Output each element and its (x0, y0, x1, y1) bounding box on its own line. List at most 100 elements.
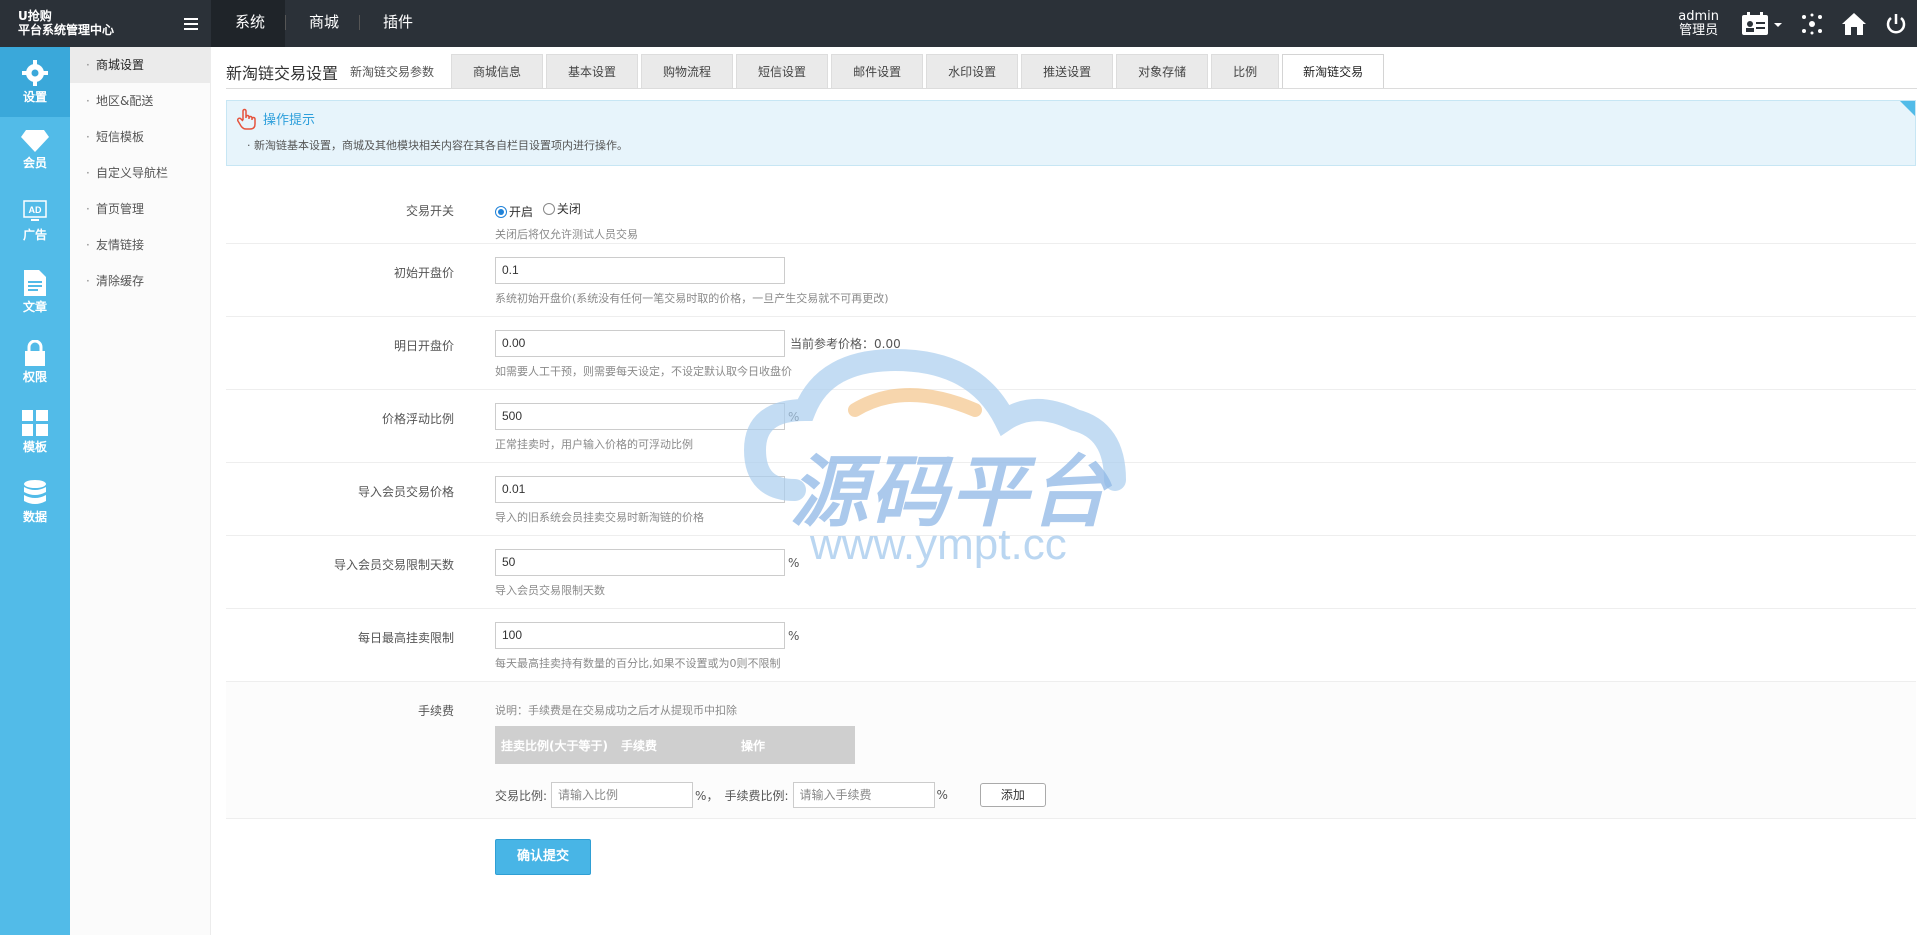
iconbar-permissions[interactable]: 权限 (0, 327, 70, 397)
row-import-days: 导入会员交易限制天数 50 % 导入会员交易限制天数 (226, 536, 1916, 609)
home-icon[interactable] (1833, 0, 1875, 47)
ratio-input[interactable]: 请输入比例 (551, 782, 694, 808)
fee-note: 说明：手续费是在交易成功之后才从提现币中扣除 (495, 704, 737, 717)
database-icon (24, 480, 46, 504)
tip-collapse-toggle[interactable] (1900, 101, 1915, 116)
brand: U抢购 平台系统管理中心 (0, 0, 211, 47)
fee-input[interactable]: 请输入手续费 (792, 782, 935, 808)
import-price-input[interactable]: 0.01 (495, 476, 785, 503)
hint-tomorrow-price: 如需要人工干预，则需要每天设定，不设定默认取今日收盘价 (495, 365, 792, 378)
add-fee-button[interactable]: 添加 (979, 783, 1046, 807)
tab-email[interactable]: 邮件设置 (831, 54, 924, 89)
contact-card-icon[interactable] (1733, 0, 1791, 47)
top-bar: U抢购 平台系统管理中心 系统 商城 插件 admin 管理员 (0, 0, 1917, 47)
tab-ratio[interactable]: 比例 (1211, 54, 1280, 89)
iconbar-articles[interactable]: 文章 (0, 257, 70, 327)
tomorrow-price-input[interactable]: 0.00 (495, 330, 785, 357)
iconbar-settings[interactable]: 设置 (0, 47, 70, 117)
label-trade-switch: 交易开关 (405, 204, 454, 218)
tab-push[interactable]: 推送设置 (1021, 54, 1114, 89)
tab-divider (226, 88, 1917, 89)
submit-button[interactable]: 确认提交 (495, 839, 591, 875)
submenu-homepage[interactable]: 首页管理 (70, 191, 210, 227)
user-name: admin (1678, 8, 1719, 24)
iconbar-templates[interactable]: 模板 (0, 397, 70, 467)
import-days-input[interactable]: 50 (495, 549, 785, 576)
submenu-mall-settings[interactable]: 商城设置 (70, 47, 210, 83)
trade-switch-radios: 开启 关闭 (495, 200, 587, 220)
tab-sms[interactable]: 短信设置 (736, 54, 829, 89)
topnav-plugins[interactable]: 插件 (359, 0, 433, 47)
top-nav: 系统 商城 插件 (211, 0, 433, 47)
radio-on-label: 开启 (509, 205, 534, 219)
hint-initial-price: 系统初始开盘价(系统没有任何一笔交易时取的价格，一旦产生交易就不可再更改) (495, 292, 889, 305)
label-import-price: 导入会员交易价格 (357, 485, 454, 499)
iconbar-label: 模板 (22, 440, 47, 454)
row-float-ratio: 价格浮动比例 500 % 正常挂卖时，用户输入价格的可浮动比例 (226, 390, 1916, 463)
tab-shopping-flow[interactable]: 购物流程 (641, 54, 734, 89)
user-info[interactable]: admin 管理员 (1678, 8, 1719, 38)
ratio-unit: %， (695, 788, 719, 803)
tab-watermark[interactable]: 水印设置 (926, 54, 1019, 89)
label-initial-price: 初始开盘价 (393, 266, 454, 280)
tip-text: · 新淘链基本设置，商城及其他模块相关内容在其各自栏目设置项内进行操作。 (247, 139, 628, 152)
radio-on[interactable]: 开启 (495, 203, 533, 220)
row-fee: 手续费 说明：手续费是在交易成功之后才从提现币中扣除 挂卖比例(大于等于) 手续… (226, 682, 1916, 819)
tab-object-storage[interactable]: 对象存储 (1116, 54, 1209, 89)
row-daily-limit: 每日最高挂卖限制 100 % 每天最高挂卖持有数量的百分比,如果不设置或为0则不… (226, 609, 1916, 682)
user-role: 管理员 (1679, 22, 1719, 38)
col-action: 操作 (741, 738, 766, 753)
svg-text:AD: AD (29, 205, 42, 215)
tab-taolian-trade[interactable]: 新淘链交易 (1282, 54, 1385, 89)
iconbar-ads[interactable]: AD 广告 (0, 187, 70, 257)
tab-mall-info[interactable]: 商城信息 (451, 54, 544, 89)
iconbar-label: 广告 (22, 228, 47, 242)
submenu-clear-cache[interactable]: 清除缓存 (70, 263, 210, 299)
iconbar-label: 会员 (22, 156, 47, 170)
label-daily-limit: 每日最高挂卖限制 (357, 631, 454, 645)
sub-menu: 商城设置 地区&配送 短信模板 自定义导航栏 首页管理 友情链接 清除缓存 (70, 47, 211, 935)
main-content: 新淘链交易设置 新淘链交易参数 商城信息 基本设置 购物流程 短信设置 邮件设置… (211, 47, 1917, 935)
percent-unit: % (788, 409, 800, 424)
document-icon (24, 270, 46, 296)
ratio-label: 交易比例: (495, 788, 548, 803)
iconbar-label: 设置 (22, 90, 47, 104)
radio-dot (542, 202, 555, 215)
lock-icon (25, 340, 45, 366)
diamond-icon (21, 130, 49, 152)
topnav-mall[interactable]: 商城 (285, 0, 359, 47)
import-price-control: 0.01 (495, 476, 785, 503)
label-tomorrow-price: 明日开盘价 (393, 339, 454, 353)
submenu-custom-nav[interactable]: 自定义导航栏 (70, 155, 210, 191)
top-right-tools: admin 管理员 (1678, 0, 1917, 47)
radio-off-label: 关闭 (556, 202, 581, 216)
page-subtitle: 新淘链交易参数 (350, 65, 435, 79)
tomorrow-price-control: 0.00 当前参考价格：0.00 (495, 330, 901, 357)
initial-price-input[interactable]: 0.1 (495, 257, 785, 284)
cluster-icon[interactable] (1791, 0, 1833, 47)
row-tomorrow-price: 明日开盘价 0.00 当前参考价格：0.00 如需要人工干预，则需要每天设定，不… (226, 317, 1916, 390)
power-icon[interactable] (1875, 0, 1917, 47)
radio-off[interactable]: 关闭 (542, 200, 581, 217)
submenu-region-shipping[interactable]: 地区&配送 (70, 83, 210, 119)
tab-basic[interactable]: 基本设置 (546, 54, 639, 89)
fee-ratio-label: 手续费比例: (724, 788, 789, 803)
submenu-sms-templates[interactable]: 短信模板 (70, 119, 210, 155)
col-ratio: 挂卖比例(大于等于) (501, 738, 608, 753)
hint-daily-limit: 每天最高挂卖持有数量的百分比,如果不设置或为0则不限制 (495, 657, 781, 670)
iconbar-members[interactable]: 会员 (0, 117, 70, 187)
brand-name: U抢购 (18, 9, 52, 23)
row-import-price: 导入会员交易价格 0.01 导入的旧系统会员挂卖交易时新淘链的价格 (226, 463, 1916, 536)
topnav-system[interactable]: 系统 (211, 0, 286, 47)
row-initial-price: 初始开盘价 0.1 系统初始开盘价(系统没有任何一笔交易时取的价格，一旦产生交易… (226, 244, 1916, 317)
iconbar-data[interactable]: 数据 (0, 467, 70, 537)
float-ratio-input[interactable]: 500 (495, 403, 785, 430)
settings-tabs: 商城信息 基本设置 购物流程 短信设置 邮件设置 水印设置 推送设置 对象存储 … (451, 54, 1387, 89)
ad-icon: AD (23, 200, 47, 221)
submenu-friend-links[interactable]: 友情链接 (70, 227, 210, 263)
import-days-control: 50 % (495, 549, 799, 576)
daily-limit-input[interactable]: 100 (495, 622, 785, 649)
menu-toggle-icon[interactable] (184, 18, 198, 30)
hint-trade-switch: 关闭后将仅允许测试人员交易 (495, 228, 638, 241)
label-import-days: 导入会员交易限制天数 (333, 558, 454, 572)
